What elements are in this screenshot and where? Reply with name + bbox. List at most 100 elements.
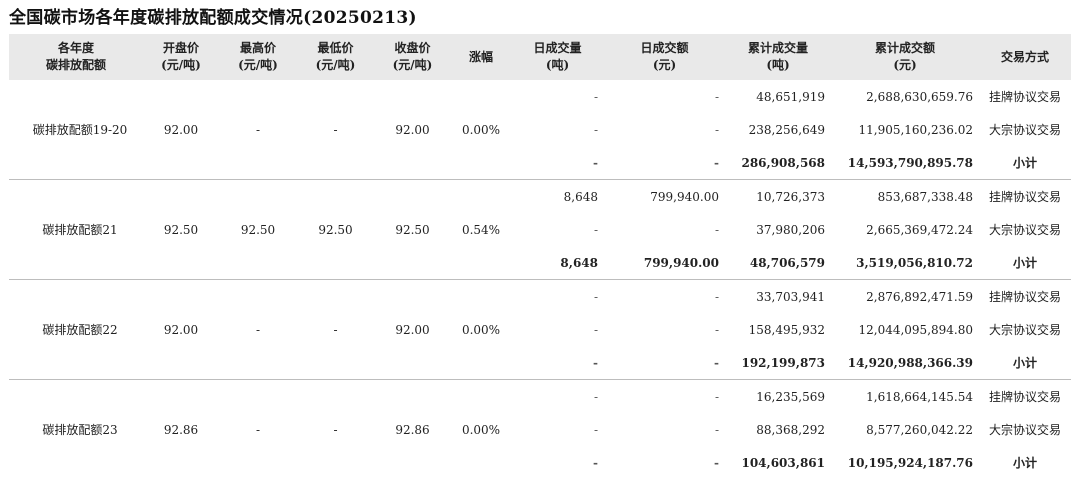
header-trade-method: 交易方式 [979,34,1071,80]
header-low-price-line: 最低价 [317,41,354,55]
header-low-price: 最低价 (元/吨) [297,34,374,80]
cumulative-volume-cell: 10,726,373 [756,189,825,204]
daily-amount-cell: - [714,422,719,437]
open-price-cell: 92.00 [143,279,219,380]
daily-volume-cell: 8,648 [563,189,598,204]
cumulative-amount-cell: 2,665,369,472.24 [866,222,973,237]
daily-volume-cell: - [593,389,598,404]
header-change: 涨幅 [451,34,511,80]
cumulative-amount-cell: 8,577,260,042.22 [866,422,973,437]
trade-method-cell: 挂牌协议交易 [988,290,1061,304]
header-cumulative-volume: 累计成交量 (吨) [725,34,831,80]
trade-method-cell: 大宗协议交易 [988,423,1061,437]
daily-amount-cell: - [714,89,719,104]
quota-year-cell: 碳排放配额21 [9,179,143,280]
trade-method-cell: 大宗协议交易 [988,123,1061,137]
change-cell: 0.00% [451,279,511,380]
header-change-line: 涨幅 [468,49,493,64]
cumulative-volume-cell: 37,980,206 [756,222,825,237]
trade-method-cell: 挂牌协议交易 [988,190,1061,204]
cumulative-volume-cell: 192,199,873 [725,346,831,380]
cumulative-volume-cell: 158,495,932 [748,322,825,337]
header-cumulative-volume-line: (吨) [766,58,790,72]
trade-method-cell: 挂牌协议交易 [988,90,1061,104]
low-price-cell: - [297,80,374,180]
daily-volume-cell: - [593,322,598,337]
carbon-quota-trading-table: 各年度 碳排放配额 开盘价 (元/吨) 最高价 (元/吨) 最低价 (元/吨) 收盘价 (元/吨)… [9,34,1071,479]
header-daily-amount-line: 日成交额 [640,41,689,55]
table-row: 碳排放配额19-20 92.00- -92.00 0.00% - -48,651,919 2… [9,80,1071,180]
daily-amount-cell: - [714,389,719,404]
high-price-cell: 92.50 [219,179,297,280]
open-price-cell: 92.00 [143,80,219,180]
high-price-cell: - [255,422,261,437]
header-cumulative-amount: 累计成交额 (元) [831,34,979,80]
cumulative-volume-cell: 33,703,941 [756,289,825,304]
table-header-row: 各年度 碳排放配额 开盘价 (元/吨) 最高价 (元/吨) 最低价 (元/吨) 收盘价 (元/吨)… [9,34,1071,80]
cumulative-volume-cell: 286,908,568 [725,146,831,180]
header-cumulative-amount-line: (元) [893,58,917,72]
header-open-price-line: (元/吨) [161,58,201,72]
cumulative-amount-cell: 10,195,924,187.76 [847,455,973,470]
daily-volume-cell: - [593,89,598,104]
daily-volume-cell: 8,648 [511,246,604,280]
change-cell: 0.00% [451,80,511,180]
trade-method-cell: 小计 [979,346,1071,380]
daily-amount-cell: - [604,346,725,380]
quota-year-cell: 碳排放配额22 [9,279,143,380]
cumulative-volume-cell: 48,706,579 [725,246,831,280]
cumulative-amount-cell: 2,876,892,471.59 [866,289,973,304]
header-daily-volume-line: 日成交量 [533,41,582,55]
cumulative-amount-cell: 12,044,095,894.80 [858,322,973,337]
cumulative-amount-cell: 11,905,160,236.02 [858,122,973,137]
header-high-price: 最高价 (元/吨) [219,34,297,80]
low-price-cell: - [297,279,374,380]
daily-amount-cell: - [714,122,719,137]
cumulative-amount-cell: 3,519,056,810.72 [831,246,979,280]
daily-amount-cell: - [714,289,719,304]
page-title: 全国碳市场各年度碳排放配额成交情况(20250213) [9,8,417,28]
header-close-price-line: 收盘价 [394,41,431,55]
cumulative-volume-cell: 16,235,569 [756,389,825,404]
table-row: 碳排放配额21 92.50 92.50 92.50 92.50 0.54% 8,648 799… [9,179,1071,280]
header-open-price: 开盘价 (元/吨) [143,34,219,80]
header-trade-method-line: 交易方式 [1000,49,1049,64]
cumulative-amount-cell: 14,593,790,895.78 [831,146,979,180]
header-cumulative-volume-line: 累计成交量 [747,41,808,55]
open-price-cell: 92.50 [143,179,219,280]
low-price-cell: - [333,422,338,437]
header-quota-year-line: 各年度 [57,41,94,55]
trade-method-cell: 大宗协议交易 [988,223,1061,237]
header-high-price-line: (元/吨) [238,58,278,72]
header-high-price-line: 最高价 [239,41,276,55]
daily-volume-cell: - [593,455,598,470]
daily-volume-cell: - [593,122,598,137]
daily-amount-cell: 799,940.00 [604,246,725,280]
header-daily-volume: 日成交量 (吨) [511,34,604,80]
high-price-cell: - [219,279,297,380]
daily-amount-cell: - [714,455,719,470]
daily-volume-cell: - [511,346,604,380]
open-price-cell: 92.86 [163,422,199,437]
low-price-cell: 92.50 [297,179,374,280]
daily-amount-cell: 799,940.00 [650,189,719,204]
daily-volume-cell: - [511,146,604,180]
cumulative-amount-cell: 853,687,338.48 [877,189,973,204]
header-cumulative-amount-line: 累计成交额 [874,41,935,55]
header-close-price-line: (元/吨) [392,58,433,72]
cumulative-amount-cell: 2,688,630,659.76 [866,89,973,104]
daily-volume-cell: - [593,289,598,304]
cumulative-volume-cell: 104,603,861 [741,455,825,470]
header-daily-amount-line: (元) [652,58,677,72]
trade-method-cell: 挂牌协议交易 [988,390,1061,404]
trade-method-cell: 小计 [1012,456,1037,470]
header-daily-amount: 日成交额 (元) [604,34,725,80]
daily-amount-cell: - [714,322,719,337]
header-quota-year: 各年度 碳排放配额 [9,34,143,80]
header-daily-volume-line: (吨) [545,58,570,72]
table-body: 碳排放配额19-20 92.00- -92.00 0.00% - -48,651,919 2… [9,80,1071,479]
header-quota-year-line: 碳排放配额 [45,58,106,72]
trade-method-cell: 小计 [979,146,1071,180]
close-price-cell: 92.00 [374,80,451,180]
change-cell: 0.54% [451,179,511,280]
